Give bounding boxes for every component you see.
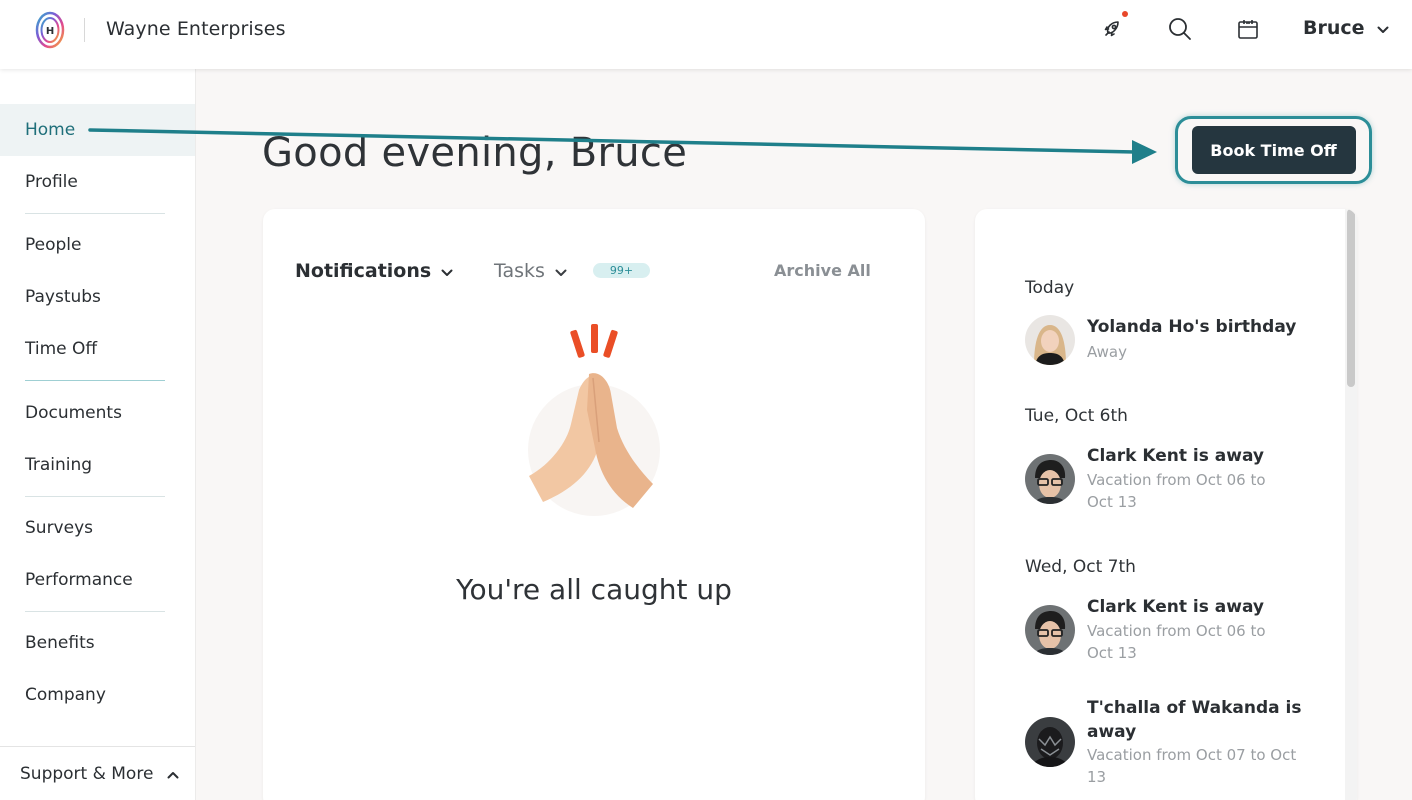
sidebar-item-time-off[interactable]: Time Off bbox=[0, 323, 195, 375]
sidebar-item-label: Benefits bbox=[25, 633, 95, 653]
sidebar-item-label: Time Off bbox=[25, 339, 98, 359]
sidebar-item-profile[interactable]: Profile bbox=[0, 156, 195, 208]
sidebar-item-training[interactable]: Training bbox=[0, 439, 195, 491]
event-subtitle: Vacation from Oct 07 to Oct bbox=[1087, 746, 1297, 764]
events-scrollbar[interactable] bbox=[1345, 209, 1357, 800]
sidebar-item-label: Documents bbox=[25, 403, 122, 423]
tab-label: Tasks bbox=[494, 260, 545, 282]
notification-dot bbox=[1122, 11, 1128, 17]
rocket-icon[interactable] bbox=[1097, 14, 1127, 44]
event-subtitle: Away bbox=[1087, 343, 1127, 361]
tab-tasks[interactable]: Tasks bbox=[494, 260, 567, 282]
scrollbar-thumb[interactable] bbox=[1347, 209, 1355, 387]
chevron-down-icon bbox=[555, 260, 567, 282]
sidebar-item-label: Profile bbox=[25, 172, 78, 192]
top-bar: H Wayne Enterprises Bruce bbox=[0, 0, 1412, 69]
event-title: away bbox=[1087, 722, 1137, 742]
avatar bbox=[1025, 717, 1075, 767]
notifications-card: Notifications Tasks 99+ Archive All You'… bbox=[263, 209, 925, 800]
empty-state-message: You're all caught up bbox=[456, 573, 732, 606]
nav-divider bbox=[25, 611, 165, 612]
event-subtitle: 13 bbox=[1087, 768, 1107, 786]
event-subtitle: Vacation from Oct 06 to bbox=[1087, 622, 1266, 640]
event-title: Yolanda Ho's birthday bbox=[1087, 317, 1297, 337]
company-logo-icon[interactable]: H bbox=[35, 10, 65, 50]
event-title: Clark Kent is away bbox=[1087, 597, 1265, 617]
user-menu[interactable]: Bruce bbox=[1303, 17, 1389, 39]
event-subtitle: Vacation from Oct 06 to bbox=[1087, 471, 1266, 489]
events-card: Today Yolanda Ho's birthday Away Tue, Oc… bbox=[975, 209, 1357, 800]
chevron-up-icon bbox=[167, 764, 179, 784]
sidebar-item-paystubs[interactable]: Paystubs bbox=[0, 271, 195, 323]
tab-notifications[interactable]: Notifications bbox=[295, 260, 453, 282]
tasks-count-badge: 99+ bbox=[593, 263, 650, 278]
page-title: Good evening, Bruce bbox=[262, 130, 688, 176]
sidebar-item-documents[interactable]: Documents bbox=[0, 387, 195, 439]
avatar bbox=[1025, 454, 1075, 504]
event-title: Clark Kent is away bbox=[1087, 446, 1265, 466]
sidebar-item-company[interactable]: Company bbox=[0, 669, 195, 721]
event-subtitle: Oct 13 bbox=[1087, 644, 1137, 662]
event-subtitle: Oct 13 bbox=[1087, 493, 1137, 511]
sidebar-item-label: People bbox=[25, 235, 82, 255]
nav-divider bbox=[25, 213, 165, 214]
sidebar-item-label: Surveys bbox=[25, 518, 93, 538]
sidebar-item-surveys[interactable]: Surveys bbox=[0, 502, 195, 554]
support-menu[interactable]: Support & More bbox=[0, 746, 195, 800]
tab-label: Notifications bbox=[295, 260, 432, 282]
calendar-icon[interactable] bbox=[1233, 14, 1263, 44]
sidebar-item-people[interactable]: People bbox=[0, 219, 195, 271]
sidebar-item-label: Training bbox=[25, 455, 93, 475]
support-label: Support & More bbox=[20, 763, 154, 784]
sidebar-item-label: Performance bbox=[25, 570, 133, 590]
sidebar-item-performance[interactable]: Performance bbox=[0, 554, 195, 606]
sidebar-item-label: Paystubs bbox=[25, 287, 101, 307]
svg-text:H: H bbox=[46, 26, 54, 37]
archive-all-button[interactable]: Archive All bbox=[774, 261, 871, 280]
search-icon[interactable] bbox=[1165, 14, 1195, 44]
sidebar-item-label: Home bbox=[25, 120, 76, 140]
nav-divider bbox=[25, 380, 165, 381]
nav-divider bbox=[25, 496, 165, 497]
brand-divider bbox=[84, 18, 85, 42]
day-heading: Tue, Oct 6th bbox=[1025, 406, 1128, 426]
book-time-off-button[interactable]: Book Time Off bbox=[1191, 126, 1356, 174]
sidebar: Home Profile People Paystubs Time Off Do… bbox=[0, 69, 196, 800]
event-title: T'challa of Wakanda is bbox=[1087, 698, 1302, 718]
chevron-down-icon bbox=[441, 260, 453, 282]
company-name: Wayne Enterprises bbox=[106, 18, 286, 40]
chevron-down-icon bbox=[1377, 17, 1389, 39]
avatar bbox=[1025, 605, 1075, 655]
book-time-off-highlight: Book Time Off bbox=[1175, 116, 1372, 184]
sidebar-item-benefits[interactable]: Benefits bbox=[0, 617, 195, 669]
avatar bbox=[1025, 315, 1075, 365]
day-heading: Wed, Oct 7th bbox=[1025, 557, 1136, 577]
high-five-illustration bbox=[527, 324, 661, 520]
user-name: Bruce bbox=[1303, 17, 1365, 39]
sidebar-item-home[interactable]: Home bbox=[0, 104, 195, 156]
sidebar-item-label: Company bbox=[25, 685, 106, 705]
day-heading: Today bbox=[1025, 278, 1075, 298]
